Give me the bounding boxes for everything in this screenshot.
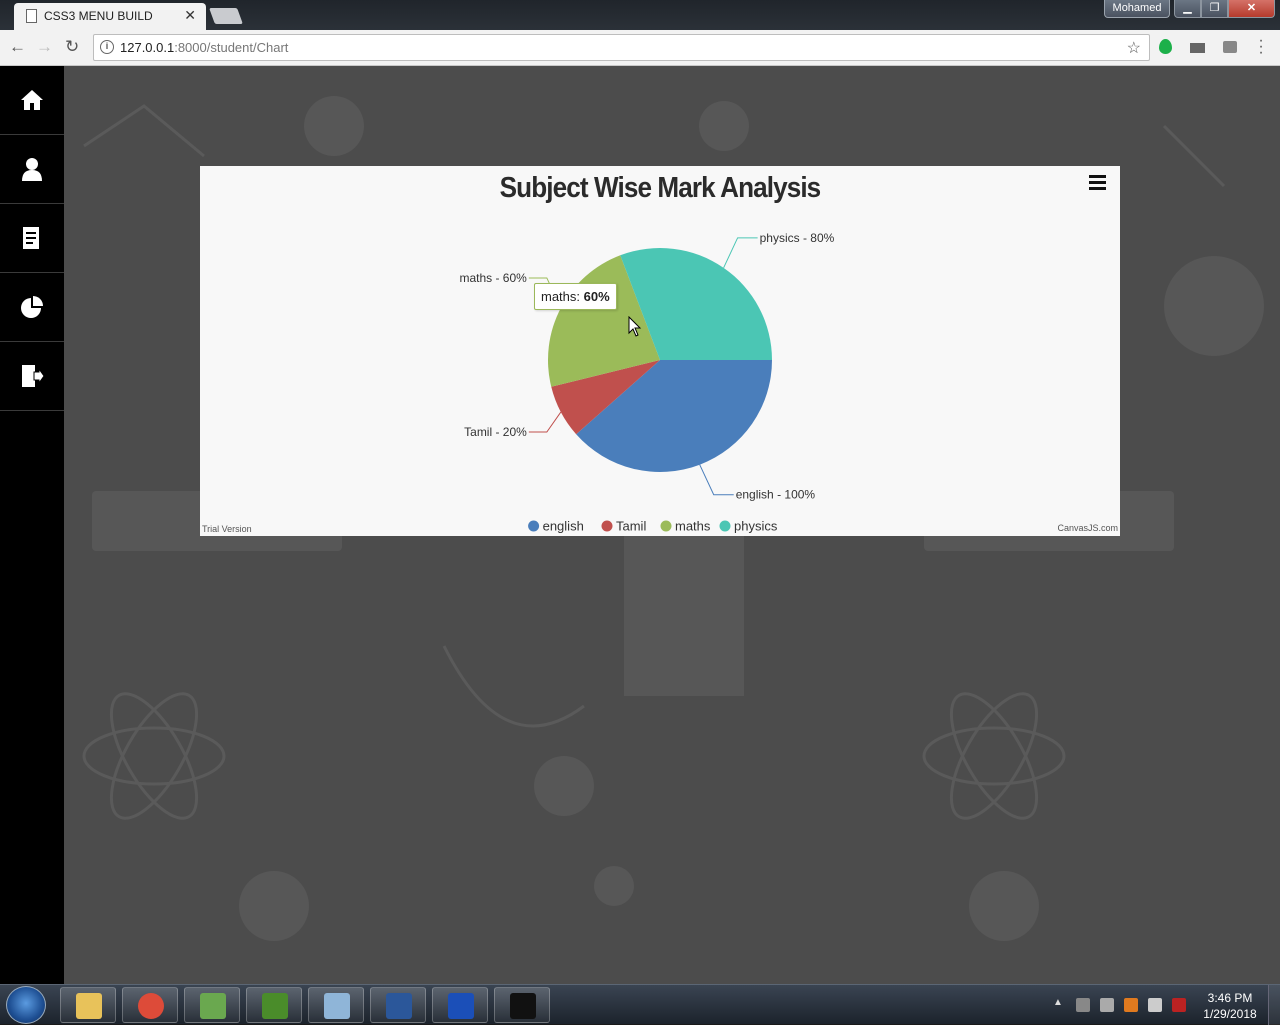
index-label-connector (723, 237, 758, 269)
legend-item-english[interactable]: english (528, 519, 584, 534)
reload-icon[interactable]: ↻ (65, 37, 79, 57)
index-label: physics - 80% (760, 231, 835, 245)
action-center-flag-icon[interactable] (1148, 998, 1162, 1012)
legend-marker (528, 520, 540, 532)
taskbar-button-file-explorer[interactable] (60, 987, 116, 1023)
legend-marker (660, 520, 672, 532)
sidebar-item-profile[interactable] (0, 135, 64, 204)
profile-button[interactable]: Mohamed (1104, 0, 1170, 18)
extension-green-icon[interactable] (1159, 39, 1172, 54)
tab-title: CSS3 MENU BUILD (44, 9, 153, 23)
sidebar-item-marks[interactable] (0, 204, 64, 273)
window-titlebar: CSS3 MENU BUILD ✕ Mohamed ▁ ❐ ✕ (0, 0, 1280, 30)
browser-toolbar: ← → ↻ i 127.0.0.1:8000/student/Chart ☆ ·… (0, 30, 1280, 66)
legend-label: maths (675, 519, 711, 534)
url-host: 127.0.0.1 (120, 40, 175, 55)
legend-item-physics[interactable]: physics (719, 519, 778, 534)
pie-chart-icon (21, 296, 43, 318)
legend-label: physics (734, 519, 778, 534)
start-button[interactable] (6, 986, 46, 1024)
tooltip-value: 60% (583, 289, 610, 304)
taskbar-button-chameleon-app[interactable] (184, 987, 240, 1023)
clock-date[interactable]: 1/29/2018 (1198, 1007, 1262, 1021)
notepad-icon (324, 993, 350, 1019)
page-icon (26, 9, 37, 23)
taskbar-button-chrome[interactable] (122, 987, 178, 1023)
index-label: Tamil - 20% (464, 425, 527, 439)
address-bar[interactable]: i 127.0.0.1:8000/student/Chart ☆ (93, 34, 1150, 61)
canvasjs-credit-link[interactable]: CanvasJS.com (1057, 523, 1118, 533)
clock-time[interactable]: 3:46 PM (1204, 991, 1256, 1005)
network-icon[interactable] (1100, 998, 1114, 1012)
home-icon (21, 90, 43, 110)
mouse-cursor-icon (628, 316, 642, 337)
taskbar-button-notepad-plus-plus[interactable] (246, 987, 302, 1023)
index-label-connector (528, 411, 562, 433)
legend-marker (719, 520, 731, 532)
taskbar-button-command-prompt[interactable] (494, 987, 550, 1023)
back-arrow-icon[interactable]: ← (9, 37, 26, 57)
chameleon-app-icon (200, 993, 226, 1019)
extension-lock-icon[interactable] (1223, 41, 1237, 53)
legend-item-tamil[interactable]: Tamil (601, 519, 647, 534)
taskbar-button-taskbar-app[interactable] (432, 987, 488, 1023)
sidebar-item-logout[interactable] (0, 342, 64, 411)
new-tab-button[interactable] (209, 8, 243, 24)
word-icon (386, 993, 412, 1019)
restore-button[interactable]: ❐ (1201, 0, 1228, 18)
user-icon (22, 158, 42, 181)
sidebar-item-chart[interactable] (0, 273, 64, 342)
tray-expand-icon[interactable]: ▲ (1053, 997, 1063, 1008)
bookmark-star-icon[interactable]: ☆ (1127, 38, 1141, 58)
chart-tooltip: maths: 60% (534, 283, 617, 310)
index-label: english - 100% (736, 488, 816, 502)
info-icon[interactable]: i (100, 40, 114, 54)
index-label-connector (699, 464, 734, 496)
volume-muted-icon[interactable] (1076, 998, 1090, 1012)
command-prompt-icon (510, 993, 536, 1019)
chart-panel: english - 100% Tamil - 20% maths - 60% phys… (200, 166, 1120, 536)
show-desktop-button[interactable] (1268, 985, 1280, 1025)
url-text: 127.0.0.1:8000/student/Chart (120, 40, 288, 55)
browser-menu-icon[interactable]: · · · (1256, 33, 1266, 61)
forward-arrow-icon[interactable]: → (36, 37, 53, 57)
browser-tab[interactable]: CSS3 MENU BUILD ✕ (14, 3, 206, 30)
notepad-plus-plus-icon (262, 993, 288, 1019)
page-content: english - 100% Tamil - 20% maths - 60% phys… (0, 66, 1280, 984)
trial-version-label: Trial Version (202, 524, 252, 534)
pie-chart: english - 100% Tamil - 20% maths - 60% phys… (459, 231, 835, 534)
tooltip-label: maths: (541, 289, 581, 304)
close-window-button[interactable]: ✕ (1228, 0, 1275, 18)
sidebar-item-home[interactable] (0, 66, 64, 135)
chrome-icon (138, 993, 164, 1019)
taskbar-button-word[interactable] (370, 987, 426, 1023)
chart-menu-icon[interactable] (1088, 172, 1108, 192)
taskbar-app-icon (448, 993, 474, 1019)
chart-title: Subject Wise Mark Analysis (499, 172, 822, 204)
minimize-button[interactable]: ▁ (1174, 0, 1201, 18)
legend-label: english (543, 519, 584, 534)
display-icon[interactable] (1172, 998, 1186, 1012)
url-path: :8000/student/Chart (174, 40, 289, 55)
avast-icon[interactable] (1124, 998, 1138, 1012)
legend-label: Tamil (616, 519, 646, 534)
tab-close-icon[interactable]: ✕ (184, 7, 196, 24)
sidebar (0, 66, 64, 984)
legend-marker (601, 520, 613, 532)
logout-icon (22, 365, 44, 387)
file-explorer-icon (76, 993, 102, 1019)
index-label: maths - 60% (459, 271, 527, 285)
windows-taskbar: ▲ 3:46 PM 1/29/2018 (0, 984, 1280, 1025)
mail-icon[interactable] (1190, 43, 1205, 53)
taskbar-button-notepad[interactable] (308, 987, 364, 1023)
legend-item-maths[interactable]: maths (660, 519, 711, 534)
document-edit-icon (23, 227, 39, 249)
